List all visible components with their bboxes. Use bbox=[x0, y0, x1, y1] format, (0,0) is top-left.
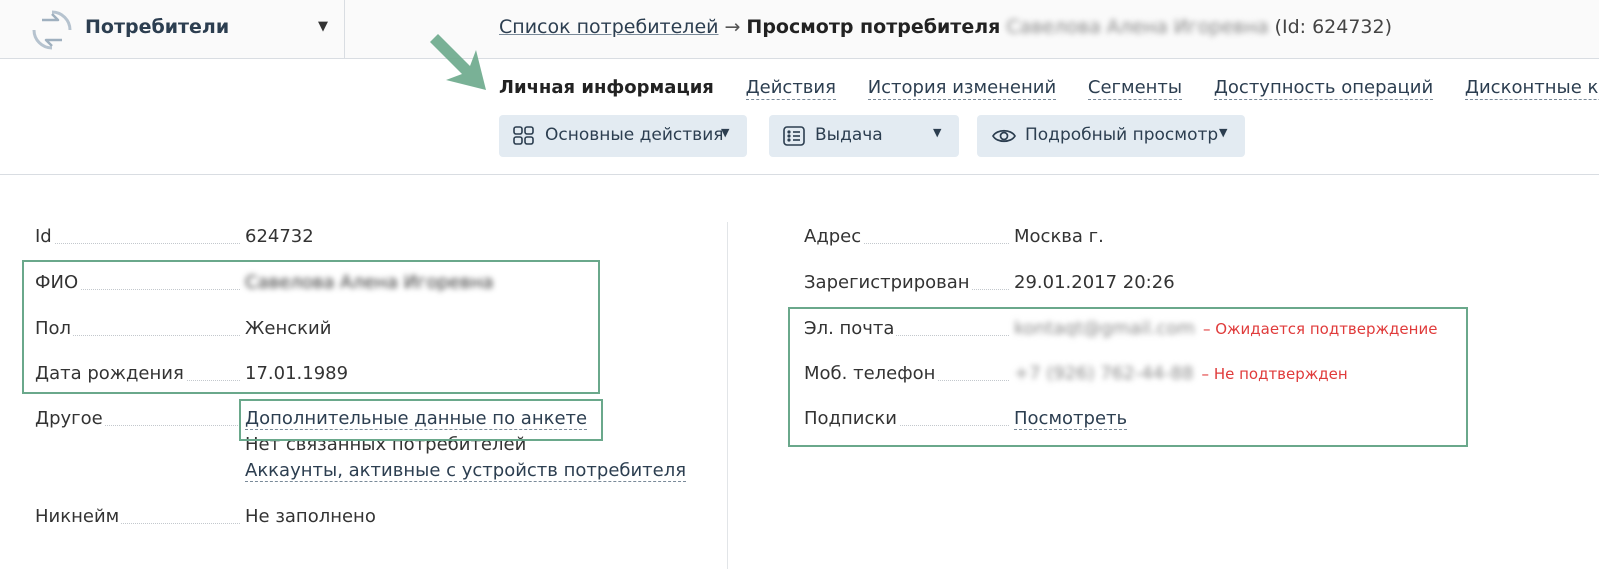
issue-label: Выдача bbox=[815, 125, 883, 145]
highlight-box-extra bbox=[239, 399, 603, 441]
grid-icon bbox=[513, 126, 534, 145]
tab-segments[interactable]: Сегменты bbox=[1087, 77, 1183, 100]
chevron-down-icon: ▼ bbox=[933, 126, 942, 139]
tab-actions[interactable]: Действия bbox=[745, 77, 836, 100]
field-label: Моб. телефон bbox=[804, 363, 938, 384]
chevron-down-icon: ▼ bbox=[721, 126, 730, 139]
field-label: Эл. почта bbox=[804, 318, 897, 339]
header-divider bbox=[0, 174, 1599, 175]
issue-button[interactable]: Выдача ▼ bbox=[769, 115, 959, 157]
field-label: Id bbox=[35, 226, 54, 247]
column-divider bbox=[727, 222, 728, 569]
eye-icon bbox=[992, 129, 1016, 143]
tab-discount-cards[interactable]: Дисконтные карты bbox=[1464, 77, 1599, 100]
field-label: Дата рождения bbox=[35, 363, 186, 384]
breadcrumb-separator: → bbox=[724, 16, 741, 38]
field-label: Адрес bbox=[804, 226, 864, 247]
field-label: Подписки bbox=[804, 408, 899, 429]
tab-bar: Личная информация Действия История измен… bbox=[499, 77, 1599, 100]
field-label: Зарегистрирован bbox=[804, 272, 972, 293]
breadcrumb-consumers-link[interactable]: Список потребителей bbox=[499, 16, 719, 38]
chevron-down-icon: ▼ bbox=[1219, 126, 1228, 139]
app-name: Потребители bbox=[85, 16, 230, 38]
chevron-down-icon[interactable]: ▼ bbox=[318, 19, 328, 34]
field-value: Москва г. bbox=[1014, 226, 1104, 247]
field-label: Другое bbox=[35, 408, 105, 429]
list-icon bbox=[783, 126, 805, 146]
field-label: ФИО bbox=[35, 272, 81, 293]
app-switcher[interactable]: Потребители ▼ bbox=[0, 0, 345, 58]
tab-personal-info[interactable]: Личная информация bbox=[499, 77, 714, 99]
field-value: Не заполнено bbox=[245, 506, 376, 527]
field-value: 29.01.2017 20:26 bbox=[1014, 272, 1175, 293]
breadcrumb: Список потребителей → Просмотр потребителя… bbox=[499, 16, 1392, 38]
field-label: Никнейм bbox=[35, 506, 122, 527]
field-label: Пол bbox=[35, 318, 74, 339]
detailed-view-label: Подробный просмотр bbox=[1025, 125, 1219, 145]
breadcrumb-current: Просмотр потребителя bbox=[746, 16, 1001, 38]
field-value: 624732 bbox=[245, 226, 314, 247]
device-accounts-link[interactable]: Аккаунты, активные с устройств потребите… bbox=[245, 460, 687, 482]
tab-operations-availability[interactable]: Доступность операций bbox=[1213, 77, 1434, 100]
breadcrumb-consumer-id: (Id: 624732) bbox=[1274, 16, 1393, 38]
arrow-hint-icon bbox=[430, 34, 486, 90]
tab-change-history[interactable]: История изменений bbox=[867, 77, 1057, 100]
breadcrumb-consumer-name: Савелова Алена Игоревна bbox=[1006, 16, 1269, 38]
main-actions-label: Основные действия bbox=[545, 125, 724, 145]
main-actions-button[interactable]: Основные действия ▼ bbox=[499, 115, 747, 157]
detailed-view-button[interactable]: Подробный просмотр ▼ bbox=[977, 115, 1245, 157]
sync-arrows-icon bbox=[32, 10, 72, 50]
